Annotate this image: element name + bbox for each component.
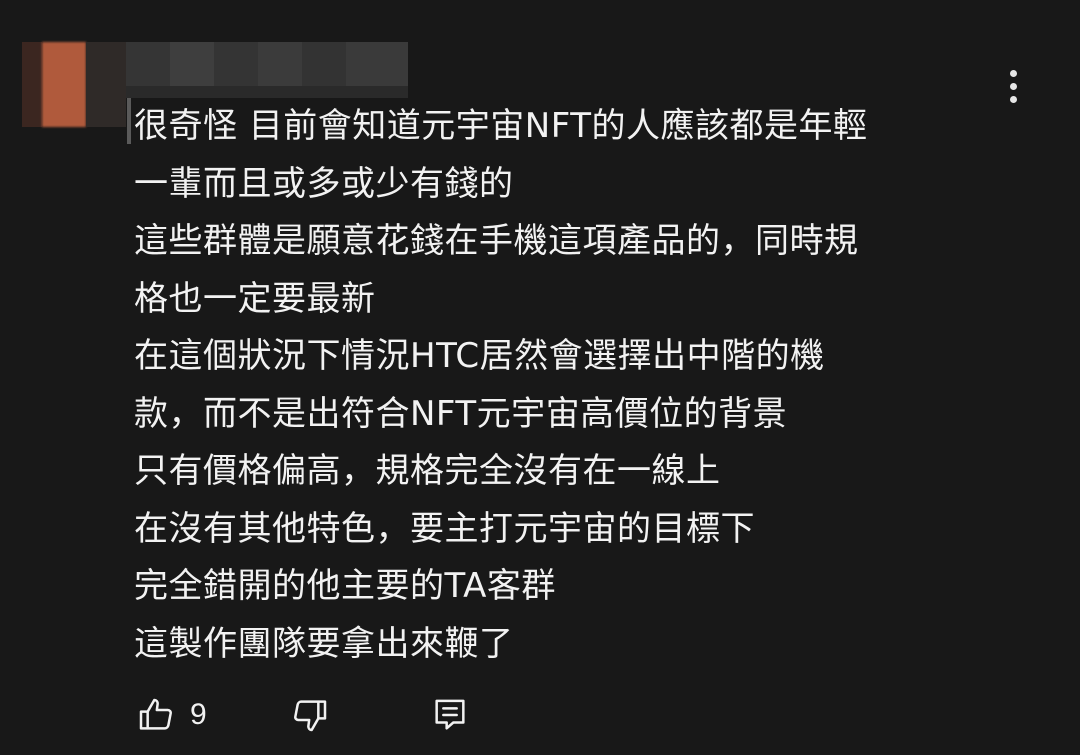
comment-line: 格也一定要最新 bbox=[134, 278, 376, 319]
reply-button[interactable] bbox=[430, 690, 470, 740]
redaction-edge bbox=[127, 98, 131, 144]
comment-line: 一輩而且或多或少有錢的 bbox=[134, 163, 514, 204]
comment-line: 在這個狀況下情況HTC居然會選擇出中階的機 bbox=[134, 336, 825, 376]
avatar-redacted-edge bbox=[86, 42, 126, 127]
username-redacted bbox=[126, 86, 408, 98]
username-redacted bbox=[258, 42, 302, 86]
dislike-button[interactable] bbox=[290, 690, 330, 740]
comment-line: 很奇怪 目前會知道元宇宙NFT的人應該都是年輕 bbox=[134, 106, 868, 146]
comment-line: 完全錯開的他主要的TA客群 bbox=[134, 566, 556, 606]
username-redacted bbox=[170, 42, 214, 86]
username-redacted bbox=[346, 42, 408, 86]
thumbs-down-icon bbox=[290, 695, 330, 735]
comment-line: 這些群體是願意花錢在手機這項產品的，同時規 bbox=[134, 221, 859, 261]
like-button[interactable]: 9 bbox=[136, 690, 207, 740]
comment-line: 只有價格偏高，規格完全沒有在一線上 bbox=[134, 451, 721, 491]
comment-body: 很奇怪 目前會知道元宇宙NFT的人應該都是年輕 一輩而且或多或少有錢的 這些群體… bbox=[134, 98, 1014, 673]
comment-actions: 9 bbox=[132, 690, 532, 740]
avatar-redacted-edge bbox=[22, 42, 42, 127]
comment-line: 這製作團隊要拿出來鞭了 bbox=[134, 623, 514, 664]
reply-comment-icon bbox=[430, 695, 470, 735]
comment-line: 在沒有其他特色，要主打元宇宙的目標下 bbox=[134, 508, 755, 549]
comment-thread: 很奇怪 目前會知道元宇宙NFT的人應該都是年輕 一輩而且或多或少有錢的 這些群體… bbox=[0, 0, 1080, 755]
username-redacted bbox=[126, 42, 170, 86]
thumbs-up-icon bbox=[136, 695, 176, 735]
avatar[interactable] bbox=[42, 42, 86, 127]
comment-line: 款，而不是出符合NFT元宇宙高價位的背景 bbox=[134, 393, 788, 434]
username-redacted bbox=[302, 42, 346, 86]
username-redacted bbox=[214, 42, 258, 86]
like-count: 9 bbox=[190, 698, 207, 731]
